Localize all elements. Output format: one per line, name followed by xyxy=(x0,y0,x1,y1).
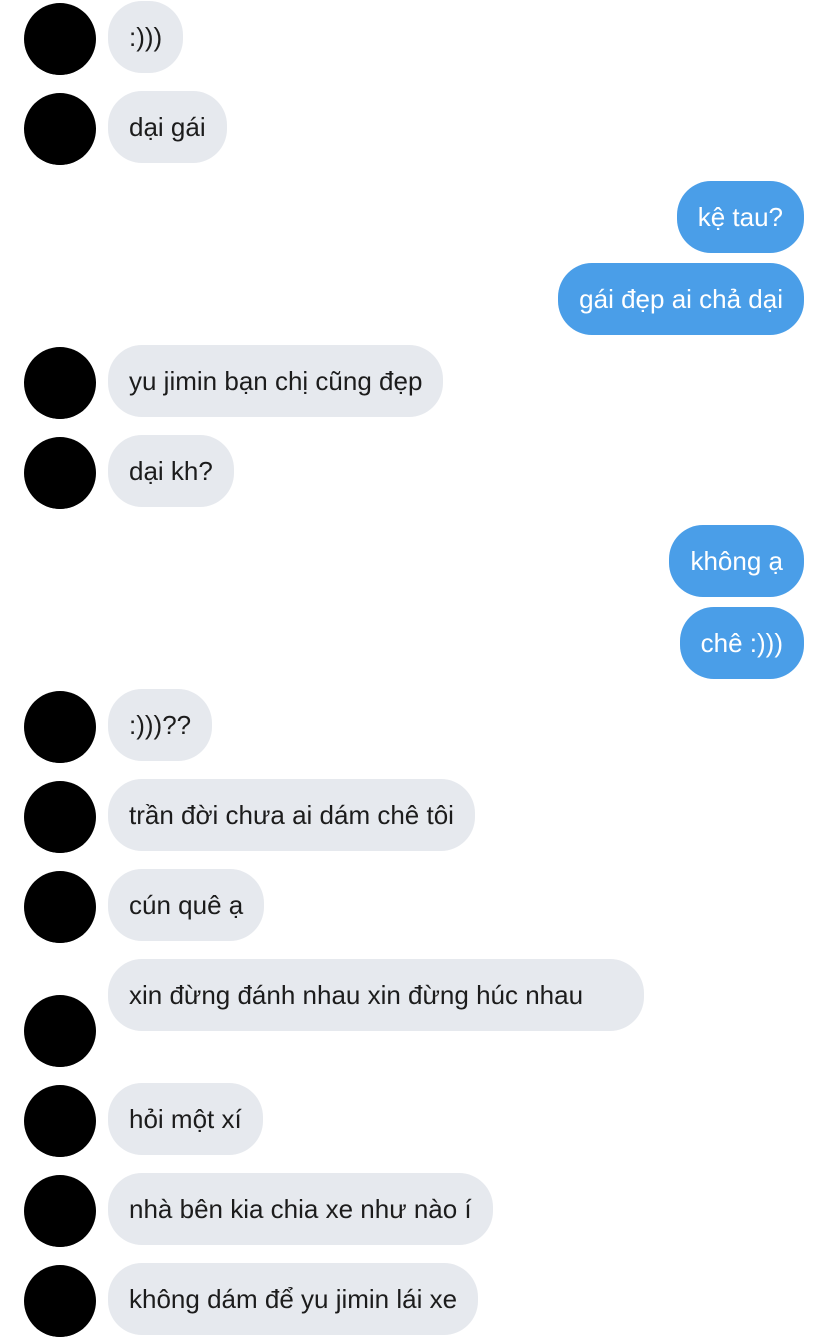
message-text: trần đời chưa ai dám chê tôi xyxy=(129,800,454,830)
message-text: cún quê ạ xyxy=(129,890,244,920)
message-bubble-received[interactable]: xin đừng đánh nhau xin đừng húc nhau xyxy=(108,959,644,1031)
message-text: dại gái xyxy=(129,112,206,142)
message-bubble-received[interactable]: dại kh? xyxy=(108,435,234,507)
message-bubble-received[interactable]: trần đời chưa ai dám chê tôi xyxy=(108,779,475,851)
message-bubble-received[interactable]: yu jimin bạn chị cũng đẹp xyxy=(108,345,444,417)
message-bubble-sent[interactable]: kệ tau? xyxy=(676,181,804,253)
message-bubble-received[interactable]: dại gái xyxy=(108,91,227,163)
message-bubble-received[interactable]: không dám để yu jimin lái xe xyxy=(108,1263,479,1335)
message-text: nhà bên kia chia xe như nào í xyxy=(129,1194,472,1224)
message-text: kệ tau? xyxy=(697,202,783,232)
message-text: :))) xyxy=(129,22,163,52)
message-bubble-received[interactable]: :)))?? xyxy=(108,689,213,761)
profile-avatar-icon[interactable] xyxy=(24,995,96,1067)
profile-avatar-icon[interactable] xyxy=(24,691,96,763)
message-text: chê :))) xyxy=(700,628,783,658)
profile-avatar-icon[interactable] xyxy=(24,1265,96,1337)
message-text: không dám để yu jimin lái xe xyxy=(129,1284,458,1314)
message-text: gái đẹp ai chả dại xyxy=(579,284,783,314)
message-bubble-sent[interactable]: không ạ xyxy=(669,525,804,597)
message-text: hỏi một xí xyxy=(129,1104,242,1134)
profile-avatar-icon[interactable] xyxy=(24,93,96,165)
profile-avatar-icon[interactable] xyxy=(24,3,96,75)
profile-avatar-icon[interactable] xyxy=(24,781,96,853)
profile-avatar-icon[interactable] xyxy=(24,437,96,509)
message-bubble-received[interactable]: :))) xyxy=(108,1,184,73)
message-bubble-sent[interactable]: chê :))) xyxy=(679,607,804,679)
chat-thread: :))) dại gái kệ tau? gái đẹp ai chả dại … xyxy=(0,0,828,1341)
message-text: không ạ xyxy=(690,546,783,576)
message-text: yu jimin bạn chị cũng đẹp xyxy=(129,366,423,396)
profile-avatar-icon[interactable] xyxy=(24,347,96,419)
message-text: dại kh? xyxy=(129,456,213,486)
message-bubble-sent[interactable]: gái đẹp ai chả dại xyxy=(558,263,804,335)
profile-avatar-icon[interactable] xyxy=(24,1175,96,1247)
message-bubble-received[interactable]: cún quê ạ xyxy=(108,869,265,941)
message-text: :)))?? xyxy=(129,710,192,740)
message-text: xin đừng đánh nhau xin đừng húc nhau xyxy=(129,980,584,1010)
profile-avatar-icon[interactable] xyxy=(24,871,96,943)
profile-avatar-icon[interactable] xyxy=(24,1085,96,1157)
message-bubble-received[interactable]: hỏi một xí xyxy=(108,1083,263,1155)
message-bubble-received[interactable]: nhà bên kia chia xe như nào í xyxy=(108,1173,493,1245)
